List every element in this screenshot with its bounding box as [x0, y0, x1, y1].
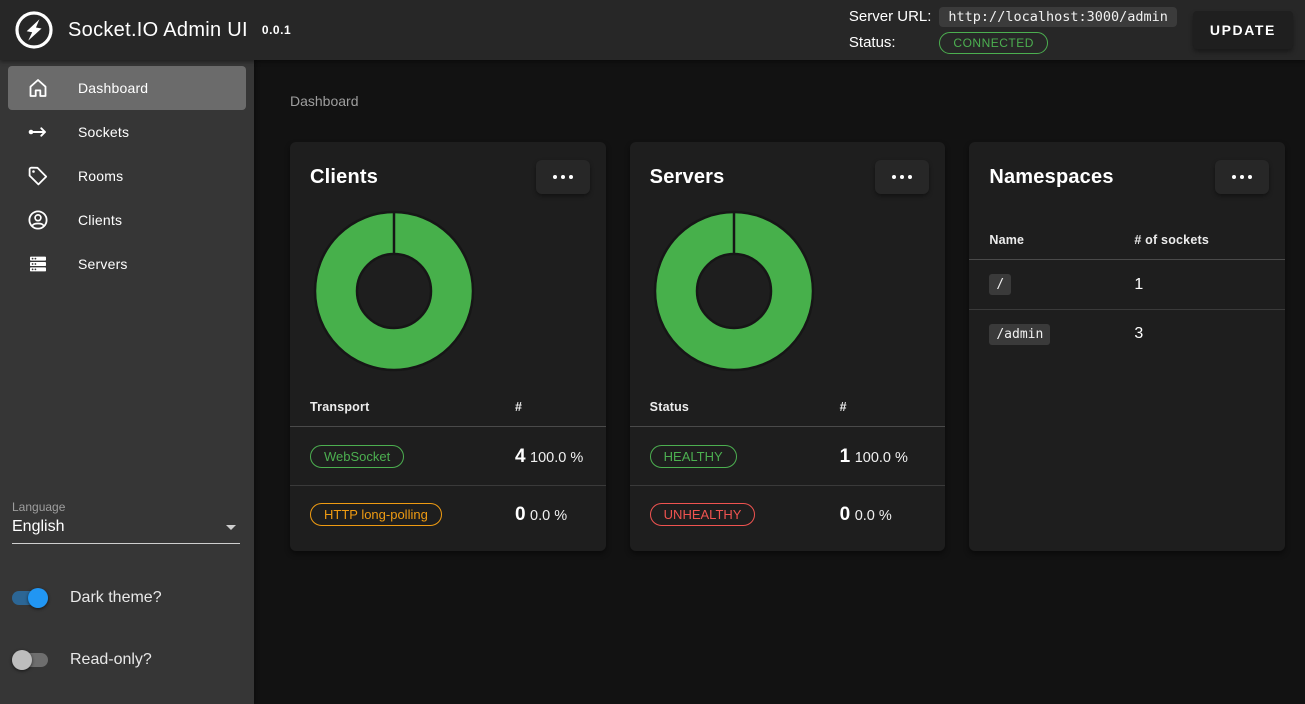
language-value: English: [12, 518, 64, 536]
tag-icon: [26, 164, 50, 188]
status-badge: UNHEALTHY: [650, 503, 756, 526]
clients-transport-table: Transport # WebSocket 4 100.0 % HTTP lon…: [290, 387, 606, 543]
sidebar-item-label: Sockets: [78, 124, 129, 140]
servers-card: Servers Status # HEALTHY: [630, 142, 946, 551]
home-icon: [26, 76, 50, 100]
read-only-toggle[interactable]: [12, 650, 48, 670]
server-count: 0: [840, 504, 851, 525]
sidebar-item-label: Servers: [78, 256, 128, 272]
dark-theme-row: Dark theme?: [12, 588, 240, 608]
socketio-logo-icon: [14, 10, 54, 50]
language-label: Language: [12, 500, 240, 514]
server-percentage: 0.0 %: [855, 508, 892, 524]
dark-theme-label: Dark theme?: [70, 589, 162, 607]
read-only-row: Read-only?: [12, 650, 240, 670]
server-url-value: http://localhost:3000/admin: [939, 7, 1176, 27]
server-percentage: 100.0 %: [855, 450, 908, 466]
servers-card-menu-button[interactable]: [875, 160, 929, 194]
app-header: Socket.IO Admin UI 0.0.1 Server URL: htt…: [0, 0, 1305, 60]
sidebar-item-label: Clients: [78, 212, 122, 228]
account-circle-icon: [26, 208, 50, 232]
namespaces-card: Namespaces Name # of sockets / 1 /admi: [969, 142, 1285, 551]
column-header: Transport: [310, 400, 515, 414]
socket-count: 4: [515, 446, 526, 467]
namespace-socket-count: 1: [1134, 276, 1265, 294]
sidebar-item-label: Dashboard: [78, 80, 148, 96]
socket-count: 0: [515, 504, 526, 525]
server-url-label: Server URL:: [849, 8, 932, 25]
toggle-thumb: [28, 588, 48, 608]
read-only-label: Read-only?: [70, 651, 152, 669]
table-row[interactable]: /admin 3: [969, 309, 1285, 358]
dark-theme-toggle[interactable]: [12, 588, 48, 608]
language-select[interactable]: English: [12, 518, 240, 544]
column-header: # of sockets: [1134, 233, 1265, 247]
namespaces-card-menu-button[interactable]: [1215, 160, 1269, 194]
table-row: HTTP long-polling 0 0.0 %: [290, 485, 606, 543]
clients-card-menu-button[interactable]: [536, 160, 590, 194]
namespace-name: /: [989, 274, 1011, 295]
app-title: Socket.IO Admin UI: [68, 19, 248, 42]
chevron-down-icon: [226, 525, 236, 530]
update-button[interactable]: UPDATE: [1193, 11, 1293, 49]
status-badge: CONNECTED: [939, 32, 1048, 54]
namespace-name: /admin: [989, 324, 1050, 345]
socket-arrow-icon: [26, 120, 50, 144]
sidebar-item-servers[interactable]: Servers: [8, 242, 246, 286]
column-header: Status: [650, 400, 840, 414]
column-header: #: [840, 400, 926, 414]
table-row: HEALTHY 1 100.0 %: [630, 427, 946, 485]
server-count: 1: [840, 446, 851, 467]
transport-badge: WebSocket: [310, 445, 404, 468]
server-status-block: Server URL: http://localhost:3000/admin …: [849, 7, 1177, 54]
sidebar-item-label: Rooms: [78, 168, 123, 184]
namespace-socket-count: 3: [1134, 325, 1265, 343]
table-row: WebSocket 4 100.0 %: [290, 427, 606, 485]
socket-percentage: 0.0 %: [530, 508, 567, 524]
clients-donut-chart: [304, 201, 484, 381]
table-row[interactable]: / 1: [969, 260, 1285, 309]
status-badge: HEALTHY: [650, 445, 737, 468]
main-content: Dashboard Clients Transport: [254, 60, 1305, 704]
dots-menu-icon: [553, 175, 573, 179]
sidebar-item-clients[interactable]: Clients: [8, 198, 246, 242]
sidebar-item-sockets[interactable]: Sockets: [8, 110, 246, 154]
sidebar: Dashboard Sockets Rooms Clients: [0, 60, 254, 704]
servers-donut-chart: [644, 201, 824, 381]
namespaces-card-title: Namespaces: [989, 166, 1113, 189]
sidebar-settings: Language English Dark theme? Read-only?: [0, 500, 254, 704]
sidebar-nav: Dashboard Sockets Rooms Clients: [0, 60, 254, 286]
clients-card: Clients Transport # WebSoc: [290, 142, 606, 551]
server-stack-icon: [26, 252, 50, 276]
toggle-thumb: [12, 650, 32, 670]
app-version: 0.0.1: [262, 23, 291, 37]
socket-percentage: 100.0 %: [530, 450, 583, 466]
sidebar-item-rooms[interactable]: Rooms: [8, 154, 246, 198]
table-row: UNHEALTHY 0 0.0 %: [630, 485, 946, 543]
breadcrumb: Dashboard: [290, 93, 1285, 109]
column-header: Name: [989, 233, 1134, 247]
dashboard-cards: Clients Transport # WebSoc: [290, 142, 1285, 551]
namespaces-table: Name # of sockets / 1 /admin 3: [969, 220, 1285, 358]
servers-card-title: Servers: [650, 166, 725, 189]
dots-menu-icon: [1232, 175, 1252, 179]
dots-menu-icon: [892, 175, 912, 179]
clients-card-title: Clients: [310, 166, 378, 189]
servers-status-table: Status # HEALTHY 1 100.0 % UNHEALTHY 0 0…: [630, 387, 946, 543]
sidebar-item-dashboard[interactable]: Dashboard: [8, 66, 246, 110]
transport-badge: HTTP long-polling: [310, 503, 442, 526]
column-header: #: [515, 400, 586, 414]
status-label: Status:: [849, 34, 896, 51]
